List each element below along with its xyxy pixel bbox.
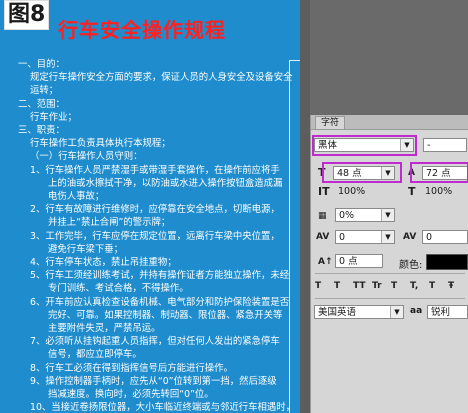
color-swatch[interactable]	[426, 254, 468, 270]
font-size-highlight	[322, 162, 402, 183]
workspace-background	[310, 0, 468, 115]
faux-italic-button[interactable]: T	[334, 279, 340, 293]
text-bounding-box-edge	[289, 60, 300, 413]
kerning-value: 0	[339, 232, 346, 243]
antialias-select[interactable]: 锐利	[427, 305, 468, 319]
divider	[315, 273, 465, 274]
tracking-ratio-value: 0%	[339, 210, 355, 221]
tracking-value: 0	[426, 232, 433, 243]
kerning-icon: AV	[316, 232, 330, 242]
text-style-buttons: T T TT Tr T T, T Ŧ	[315, 279, 467, 293]
baseline-shift-value: 0 点	[339, 256, 358, 267]
antialias-icon: aa	[410, 306, 423, 316]
all-caps-button[interactable]: TT	[353, 279, 366, 293]
color-label: 颜色:	[399, 260, 423, 271]
canvas-edge	[300, 0, 310, 413]
kerning-field[interactable]: 0 ▼	[335, 230, 395, 244]
font-style-value: -	[427, 140, 431, 151]
tab-character[interactable]: 字符	[315, 116, 346, 129]
chevron-down-icon[interactable]: ▼	[381, 231, 394, 243]
text-area-frame	[8, 56, 298, 413]
subscript-button[interactable]: T,	[410, 279, 418, 293]
small-caps-button[interactable]: Tr	[372, 279, 382, 293]
horizontal-scale-field[interactable]: 100%	[422, 185, 468, 199]
font-style-select[interactable]: -	[423, 138, 467, 152]
character-panel: 字符 黑体 ▼ - T 48 点 ▼ A 72 点 IT 100% T 100%…	[310, 115, 468, 413]
figure-label: 图8	[4, 0, 50, 30]
font-family-highlight	[312, 135, 417, 156]
language-select[interactable]: 美国英语 ▼	[314, 305, 404, 319]
document-canvas[interactable]: 图8 行车安全操作规程 一、目的： 规定行车操作安全方面的要求，保证人员的人身安全…	[0, 0, 300, 413]
strikethrough-button[interactable]: Ŧ	[448, 279, 454, 293]
tracking-icon: AV	[403, 232, 417, 242]
baseline-shift-icon: A↑	[318, 257, 333, 267]
panel-tab-bar: 字符	[311, 115, 468, 130]
horizontal-scale-value: 100%	[425, 186, 453, 197]
vertical-scale-icon: IT	[318, 185, 330, 198]
divider	[315, 298, 465, 299]
chevron-down-icon[interactable]: ▼	[381, 209, 394, 221]
tracking-field[interactable]: 0	[422, 230, 468, 244]
chevron-down-icon[interactable]: ▼	[390, 306, 403, 318]
baseline-shift-field[interactable]: 0 点	[335, 254, 383, 268]
faux-bold-button[interactable]: T	[315, 279, 321, 293]
language-value: 美国英语	[318, 307, 357, 318]
vertical-scale-value: 100%	[338, 186, 366, 197]
underline-button[interactable]: T	[429, 279, 435, 293]
tracking-ratio-field[interactable]: 0% ▼	[335, 208, 395, 222]
tracking-ratio-icon: ▦	[318, 211, 327, 221]
document-title: 行车安全操作规程	[58, 18, 226, 42]
leading-highlight	[410, 162, 468, 183]
antialias-value: 锐利	[431, 307, 451, 318]
horizontal-scale-icon: T	[408, 185, 416, 198]
vertical-scale-field[interactable]: 100%	[335, 185, 395, 199]
superscript-button[interactable]: T	[391, 279, 397, 293]
